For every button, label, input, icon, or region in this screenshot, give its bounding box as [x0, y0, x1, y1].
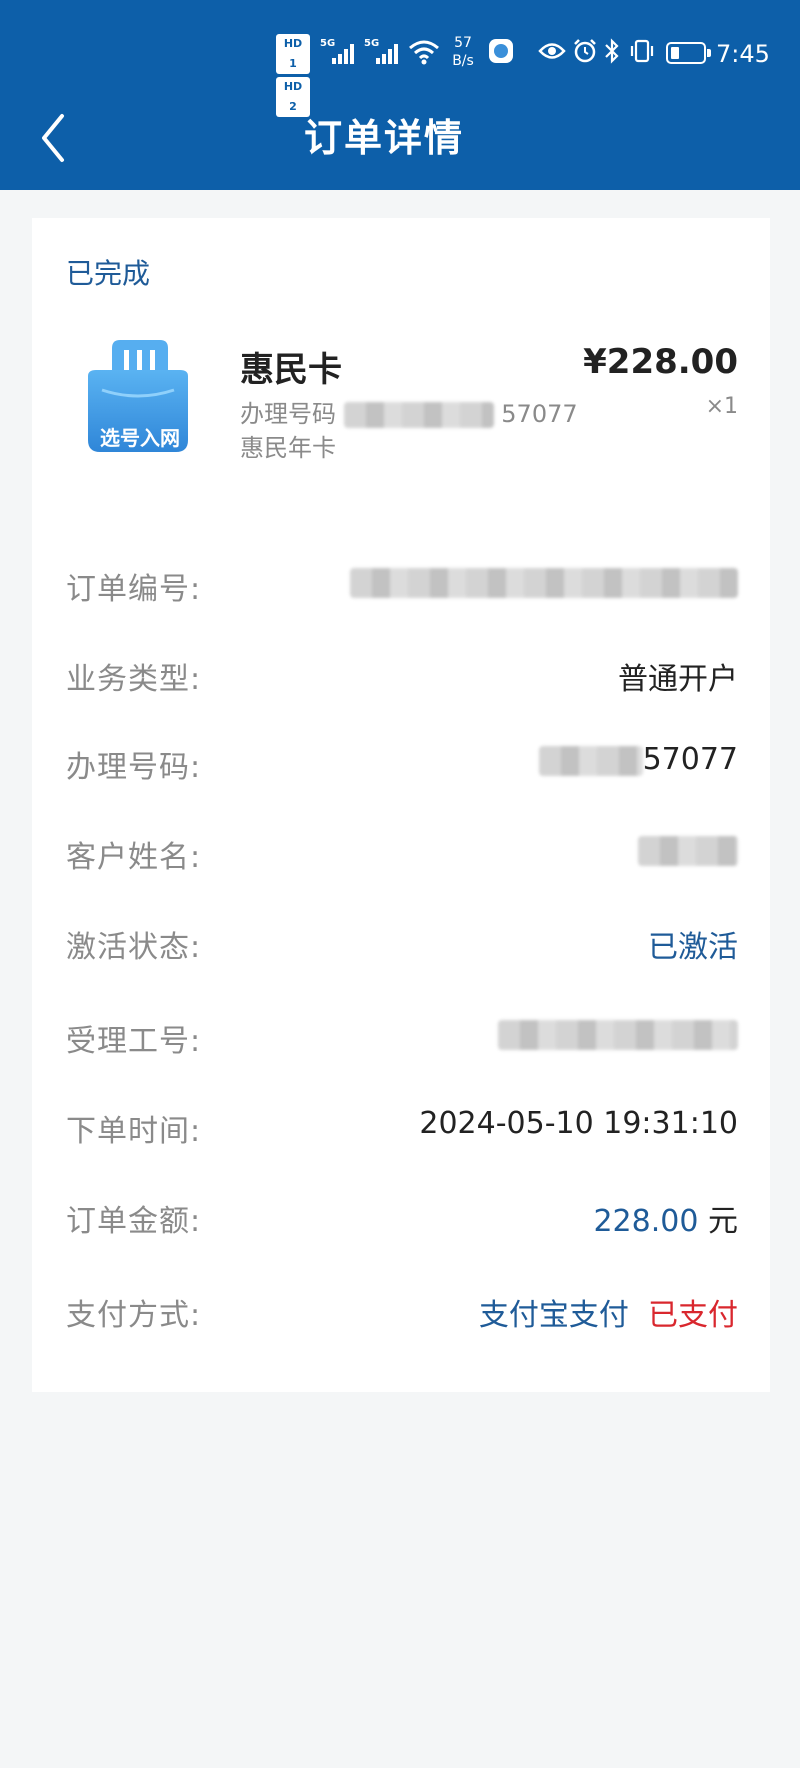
- vibrate-icon: [630, 39, 654, 63]
- detail-row-business-type: 业务类型: 普通开户: [66, 648, 738, 698]
- customer-label: 客户姓名:: [66, 840, 202, 875]
- order-no-value: [350, 564, 738, 599]
- amount-label: 订单金额:: [66, 1204, 202, 1239]
- hd2-badge: HD 2: [276, 77, 310, 117]
- redacted-number: [343, 402, 494, 428]
- product-price: ¥228.00: [583, 342, 738, 382]
- app-notification-icon: [489, 39, 513, 63]
- product-number-label: 办理号码: [240, 400, 336, 428]
- payment-label: 支付方式:: [66, 1298, 202, 1333]
- product-quantity: ×1: [705, 394, 738, 419]
- payment-value: 支付宝支付 已支付: [479, 1290, 738, 1334]
- alarm-icon: [574, 39, 596, 63]
- detail-row-amount: 订单金额: 228.00 元: [66, 1190, 738, 1240]
- hd-indicator: HD 1 HD 2: [276, 34, 314, 120]
- status-bar: HD 1 HD 2 5G 5G 57 B/s 7:45: [0, 26, 800, 117]
- wifi-icon: [409, 40, 439, 65]
- detail-row-customer: 客户姓名:: [66, 826, 738, 876]
- phone-label: 办理号码:: [66, 750, 202, 785]
- detail-row-payment: 支付方式: 支付宝支付 已支付: [66, 1284, 738, 1334]
- product-plan: 惠民年卡: [240, 434, 336, 462]
- order-card: 已完成 选号入网 惠民卡 办理号码 57077 惠民年卡 ¥228.00 ×1 …: [32, 218, 770, 1392]
- signal-icon-2: 5G: [364, 38, 398, 64]
- business-type-value: 普通开户: [618, 662, 738, 697]
- product-number-suffix: 57077: [501, 400, 578, 428]
- detail-row-activation: 激活状态: 已激活: [66, 916, 738, 966]
- payment-status: 已支付: [648, 1298, 738, 1333]
- speed-unit: B/s: [452, 53, 474, 69]
- product-icon-label: 选号入网: [100, 426, 180, 450]
- staff-value: [498, 1016, 738, 1051]
- detail-row-order-time: 下单时间: 2024-05-10 19:31:10: [66, 1100, 738, 1150]
- product-name: 惠民卡: [240, 350, 342, 390]
- app-header: HD 1 HD 2 5G 5G 57 B/s 7:45 订单详情: [0, 0, 800, 190]
- bluetooth-icon: [605, 38, 619, 64]
- order-time-label: 下单时间:: [66, 1114, 202, 1149]
- staff-label: 受理工号:: [66, 1024, 202, 1059]
- detail-row-order-no: 订单编号:: [66, 558, 738, 608]
- phone-suffix: 57077: [642, 742, 738, 777]
- customer-value: [638, 832, 738, 867]
- detail-row-staff: 受理工号:: [66, 1010, 738, 1060]
- network-speed: 57 B/s: [448, 34, 478, 70]
- network-type-1: 5G: [320, 38, 336, 49]
- business-type-label: 业务类型:: [66, 662, 202, 697]
- amount-unit: 元: [708, 1204, 738, 1239]
- order-status: 已完成: [66, 257, 151, 290]
- page-title: 订单详情: [303, 116, 464, 160]
- amount-value: 228.00 元: [593, 1196, 738, 1240]
- hd1-badge: HD 1: [276, 34, 310, 74]
- payment-method: 支付宝支付: [478, 1298, 629, 1333]
- amount-number: 228.00: [593, 1204, 699, 1239]
- signal-icon: 5G: [320, 38, 354, 64]
- activation-label: 激活状态:: [66, 930, 202, 965]
- clock: 7:45: [716, 40, 770, 68]
- phone-value: 57077: [538, 742, 738, 777]
- eye-icon: [538, 43, 566, 59]
- speed-value: 57: [454, 35, 472, 51]
- activation-value: 已激活: [648, 930, 738, 965]
- product-number: 办理号码 57077: [240, 394, 578, 429]
- order-no-label: 订单编号:: [66, 572, 202, 607]
- network-type-2: 5G: [364, 38, 380, 49]
- detail-row-phone: 办理号码: 57077: [66, 736, 738, 786]
- battery-icon: [666, 42, 711, 64]
- order-time-value: 2024-05-10 19:31:10: [419, 1106, 738, 1141]
